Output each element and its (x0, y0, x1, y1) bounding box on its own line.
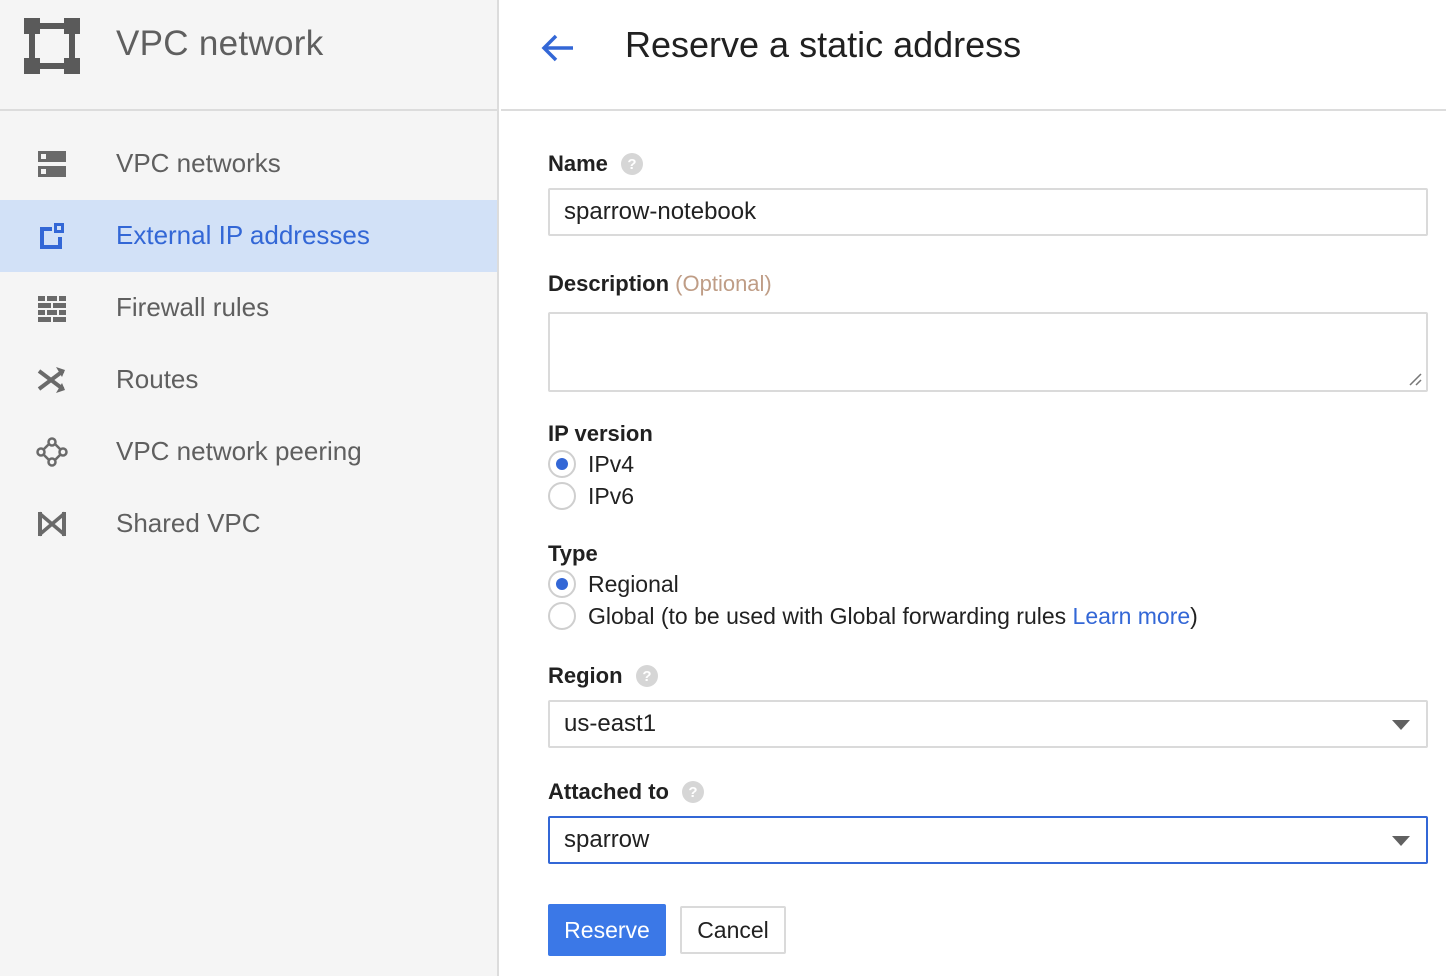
radio-button[interactable] (548, 482, 576, 510)
optional-hint: (Optional) (675, 271, 772, 296)
peering-icon (36, 437, 68, 467)
svg-text:?: ? (688, 784, 697, 801)
attached-to-label: Attached to (548, 779, 669, 804)
sidebar-item-firewall-rules[interactable]: Firewall rules (0, 272, 497, 344)
region-select[interactable]: us-east1 (548, 700, 1428, 748)
radio-label: IPv4 (588, 450, 635, 477)
vpc-networks-icon (38, 151, 66, 177)
ip-version-label: IP version (548, 421, 653, 446)
description-textarea[interactable] (548, 312, 1428, 392)
resize-grip-icon[interactable] (1406, 370, 1422, 386)
sidebar-item-vpc-networks[interactable]: VPC networks (0, 128, 497, 200)
external-ip-icon (40, 223, 64, 249)
name-label: Name (548, 151, 608, 176)
chevron-down-icon (1392, 720, 1410, 730)
vpc-network-icon (24, 18, 80, 74)
sidebar-nav: VPC networks External IP addresses Firew… (0, 128, 497, 560)
product-title: VPC network (116, 24, 324, 63)
radio-button-checked[interactable] (548, 570, 576, 598)
description-label: Description (Optional) (548, 271, 772, 296)
help-icon[interactable]: ? (620, 152, 644, 176)
sidebar-item-label: Firewall rules (116, 292, 270, 322)
type-label: Type (548, 541, 598, 566)
radio-label: Global (to be used with Global forwardin… (588, 602, 1198, 629)
page-title: Reserve a static address (625, 24, 1022, 65)
main-content: Reserve a static address Name ? sparrow-… (501, 0, 1446, 976)
sidebar-item-label: VPC networks (116, 148, 281, 178)
sidebar-item-label: VPC network peering (116, 436, 362, 466)
reserve-button[interactable]: Reserve (548, 904, 666, 956)
radio-global[interactable]: Global (to be used with Global forwardin… (548, 602, 1198, 630)
sidebar-item-label: Shared VPC (116, 508, 261, 538)
help-icon[interactable]: ? (635, 664, 659, 688)
attached-to-value: sparrow (564, 826, 650, 853)
description-field-label: Description (Optional) (548, 271, 772, 297)
page-header: Reserve a static address (501, 0, 1446, 111)
sidebar-header: VPC network (0, 0, 497, 111)
radio-label: Regional (588, 570, 679, 597)
radio-ipv4[interactable]: IPv4 (548, 450, 634, 478)
sidebar-item-external-ip-addresses[interactable]: External IP addresses (0, 200, 497, 272)
firewall-icon (38, 296, 66, 322)
sidebar-item-vpc-network-peering[interactable]: VPC network peering (0, 416, 497, 488)
region-field-label: Region ? (548, 663, 659, 689)
svg-text:?: ? (642, 668, 651, 685)
attached-to-field-label: Attached to ? (548, 779, 705, 805)
radio-button[interactable] (548, 602, 576, 630)
routes-icon (37, 367, 65, 393)
cancel-button[interactable]: Cancel (680, 906, 786, 954)
radio-ipv6[interactable]: IPv6 (548, 482, 634, 510)
shared-vpc-icon (37, 511, 67, 537)
sidebar: VPC network VPC networks External IP add… (0, 0, 499, 976)
name-input[interactable]: sparrow-notebook (548, 188, 1428, 236)
name-field-label: Name ? (548, 151, 644, 177)
sidebar-item-label: Routes (116, 364, 199, 394)
region-label: Region (548, 663, 623, 688)
radio-label: IPv6 (588, 482, 635, 509)
svg-text:?: ? (627, 156, 636, 173)
arrow-left-icon[interactable] (537, 28, 577, 68)
radio-regional[interactable]: Regional (548, 570, 679, 598)
help-icon[interactable]: ? (681, 780, 705, 804)
sidebar-item-routes[interactable]: Routes (0, 344, 497, 416)
sidebar-item-shared-vpc[interactable]: Shared VPC (0, 488, 497, 560)
learn-more-link[interactable]: Learn more (1073, 603, 1191, 629)
region-value: us-east1 (564, 710, 657, 737)
radio-button-checked[interactable] (548, 450, 576, 478)
chevron-down-icon (1392, 836, 1410, 846)
attached-to-select[interactable]: sparrow (548, 816, 1428, 864)
sidebar-item-label: External IP addresses (116, 220, 370, 250)
